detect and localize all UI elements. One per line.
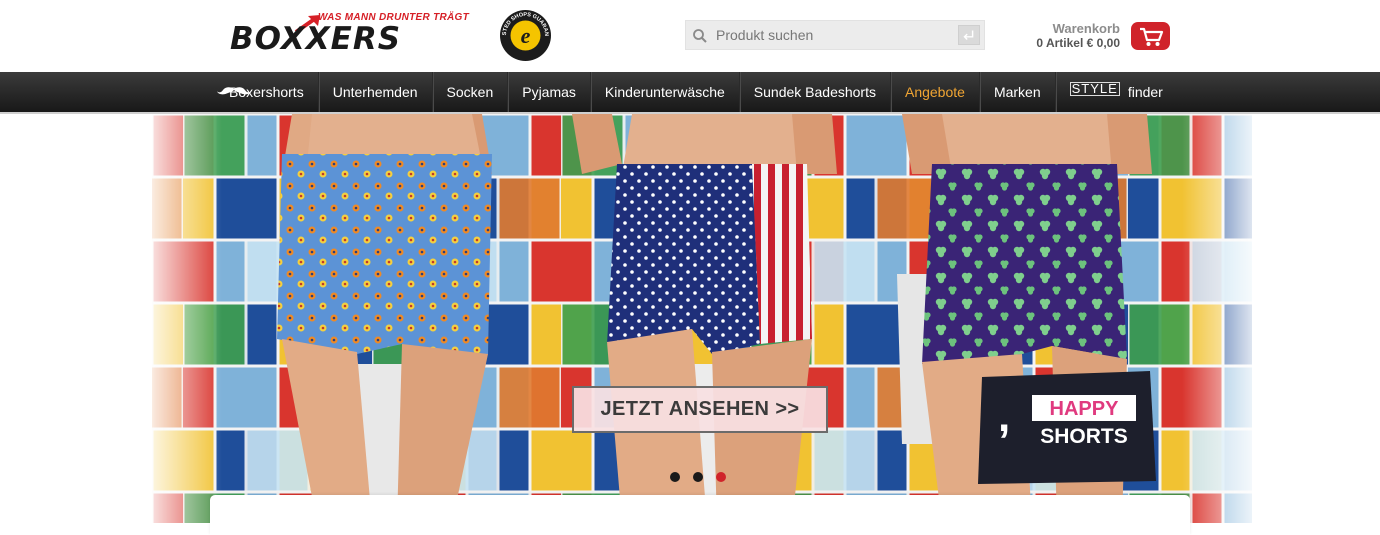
hero-fade-right [1182, 114, 1252, 523]
boxxers-logo[interactable]: WAS MANN DRUNTER TRÄGT BOXXERS [230, 12, 470, 57]
cart-summary: 0 Artikel € 0,00 [1036, 36, 1120, 50]
style-word: STYLE [1069, 81, 1120, 96]
shopping-cart-icon [1140, 27, 1164, 46]
trust-badge-letter: e [521, 23, 531, 48]
trusted-shops-badge[interactable]: e TRUSTED SHOPS GUARANTEE [499, 9, 552, 62]
slide-dot-2[interactable] [693, 472, 703, 482]
slide-dot-3[interactable] [716, 472, 726, 482]
nav-item-socken[interactable]: Socken [433, 72, 509, 112]
search-submit-button[interactable] [958, 25, 980, 45]
mustache-icon [217, 87, 251, 95]
content-panel [210, 495, 1190, 535]
badge-line-shorts: SHORTS [1040, 425, 1128, 448]
nav-list: Boxershorts Unterhemden Socken Pyjamas K… [215, 72, 1177, 112]
slide-dot-1[interactable] [670, 472, 680, 482]
nav-item-unterhemden[interactable]: Unterhemden [319, 72, 433, 112]
cart-label: Warenkorb [1052, 21, 1120, 36]
main-navigation: Boxershorts Unterhemden Socken Pyjamas K… [0, 72, 1380, 112]
site-header: WAS MANN DRUNTER TRÄGT BOXXERS e TRUSTED… [0, 0, 1380, 72]
nav-item-kinderunterwaesche[interactable]: Kinderunterwäsche [591, 72, 740, 112]
badge-line-happy: HAPPY [1050, 398, 1120, 420]
nav-item-pyjamas[interactable]: Pyjamas [508, 72, 591, 112]
badge-comma-mark: , [998, 392, 1010, 441]
hero-slider[interactable]: JETZT ANSEHEN >> , HAPPY SHORTS [152, 114, 1252, 523]
nav-item-style-finder[interactable]: STYLE finder [217, 72, 1177, 112]
search-input[interactable] [714, 21, 954, 49]
cart-button[interactable] [1131, 22, 1170, 50]
nav-item-angebote[interactable]: Angebote [891, 72, 980, 112]
happy-shorts-badge[interactable]: , HAPPY SHORTS [978, 371, 1156, 484]
logo-brand-text: BOXXERS [230, 21, 402, 57]
cart-widget[interactable]: Warenkorb 0 Artikel € 0,00 [1030, 21, 1170, 53]
enter-icon [963, 30, 974, 41]
nav-item-sundek-badeshorts[interactable]: Sundek Badeshorts [740, 72, 891, 112]
nav-item-marken[interactable]: Marken [980, 72, 1056, 112]
search-box [685, 20, 985, 50]
search-icon [693, 29, 707, 43]
slide-indicators [670, 472, 726, 482]
finder-word: finder [1127, 84, 1163, 100]
jetzt-ansehen-button[interactable]: JETZT ANSEHEN >> [572, 386, 828, 433]
hero-fade-left [152, 114, 222, 523]
